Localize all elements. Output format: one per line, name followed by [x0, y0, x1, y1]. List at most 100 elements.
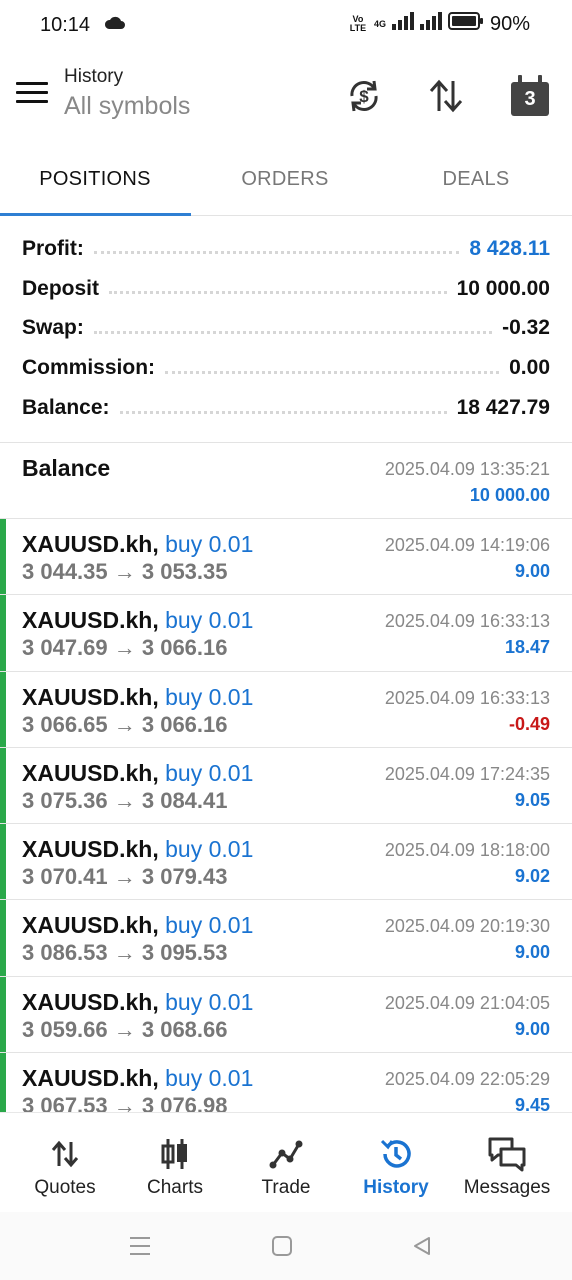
- deal-prices: 3 075.36 → 3 084.41: [22, 787, 228, 813]
- messages-icon: [450, 1135, 564, 1173]
- deal-type: buy 0.01: [165, 759, 254, 786]
- summary-value: 0.00: [509, 356, 550, 380]
- volte-indicator: Vo LTE: [349, 14, 367, 33]
- leader-dots: [93, 251, 460, 255]
- deal-prices: 3 086.53 → 3 095.53: [22, 940, 228, 966]
- buy-indicator-bar: [0, 519, 6, 595]
- battery-icon: [447, 12, 484, 36]
- home-icon[interactable]: [262, 1232, 302, 1260]
- calendar-icon[interactable]: 3: [508, 74, 552, 118]
- deal-profit: 9.00: [514, 1018, 550, 1039]
- deal-profit: 9.02: [514, 866, 550, 887]
- buy-indicator-bar: [0, 671, 6, 747]
- menu-icon[interactable]: [16, 82, 48, 108]
- deal-symbol-line: XAUUSD.kh, buy 0.01: [22, 684, 253, 711]
- list-item[interactable]: XAUUSD.kh, buy 0.01 3 086.53 → 3 095.53 …: [0, 900, 572, 977]
- back-icon[interactable]: [402, 1232, 442, 1260]
- deal-type: buy 0.01: [165, 912, 254, 939]
- deal-prices: 3 067.53 → 3 076.98: [22, 1093, 228, 1112]
- deal-time: 2025.04.09 20:19:30: [384, 916, 550, 937]
- deal-profit: 18.47: [504, 637, 550, 658]
- list-item[interactable]: XAUUSD.kh, buy 0.01 3 047.69 → 3 066.16 …: [0, 595, 572, 672]
- buy-indicator-bar: [0, 824, 6, 900]
- summary-value: 10 000.00: [456, 276, 550, 300]
- nav-label: Charts: [147, 1177, 203, 1198]
- page-title: History: [64, 66, 124, 87]
- trade-icon: [229, 1135, 343, 1173]
- tab-orders[interactable]: ORDERS: [190, 150, 380, 210]
- recent-apps-icon[interactable]: [120, 1232, 160, 1260]
- buy-indicator-bar: [0, 976, 6, 1053]
- balance-entry[interactable]: Balance 2025.04.09 13:35:21 10 000.00: [0, 443, 572, 519]
- deal-type: buy 0.01: [165, 836, 254, 863]
- summary-label: Swap:: [22, 316, 84, 340]
- cloud-icon: [104, 16, 126, 35]
- buy-indicator-bar: [0, 900, 6, 976]
- nav-charts[interactable]: Charts: [118, 1113, 232, 1213]
- nav-history[interactable]: History: [339, 1113, 453, 1213]
- list-item[interactable]: XAUUSD.kh, buy 0.01 3 075.36 → 3 084.41 …: [0, 747, 572, 825]
- deal-prices: 3 066.65 → 3 066.16: [22, 711, 228, 737]
- deal-symbol-line: XAUUSD.kh, buy 0.01: [22, 1065, 253, 1092]
- summary-label: Profit:: [22, 236, 84, 260]
- summary-row-deposit: Deposit 10 000.00: [22, 269, 550, 309]
- summary-row-balance: Balance: 18 427.79: [22, 388, 550, 428]
- deal-symbol: XAUUSD.kh,: [22, 759, 159, 786]
- calendar-day: 3: [511, 75, 549, 116]
- deal-symbol-line: XAUUSD.kh, buy 0.01: [22, 760, 253, 787]
- list-item[interactable]: XAUUSD.kh, buy 0.01 3 044.35 → 3 053.35 …: [0, 519, 572, 596]
- bottom-navigation: Quotes Charts Trade History Messages: [0, 1112, 572, 1212]
- deal-symbol-line: XAUUSD.kh, buy 0.01: [22, 607, 253, 634]
- deal-type: buy 0.01: [165, 1065, 254, 1092]
- status-bar: 10:14 Vo LTE 4G 90%: [0, 0, 572, 52]
- deal-prices: 3 047.69 → 3 066.16: [22, 635, 228, 661]
- sort-icon[interactable]: [424, 74, 468, 118]
- deal-prices: 3 070.41 → 3 079.43: [22, 864, 228, 890]
- battery-percent: 90%: [489, 12, 530, 35]
- position-list[interactable]: XAUUSD.kh, buy 0.01 3 044.35 → 3 053.35 …: [0, 519, 572, 1112]
- deal-type: buy 0.01: [165, 531, 254, 557]
- nav-quotes[interactable]: Quotes: [8, 1113, 122, 1213]
- title-block: History All symbols: [64, 66, 190, 121]
- deal-type: buy 0.01: [165, 607, 254, 634]
- app-header: History All symbols $ 3: [0, 52, 572, 142]
- active-tab-indicator: [0, 213, 191, 216]
- tab-positions[interactable]: POSITIONS: [0, 150, 190, 210]
- deal-time: 2025.04.09 14:19:06: [384, 535, 550, 555]
- history-icon: [339, 1135, 453, 1173]
- deal-profit: 9.00: [514, 561, 550, 581]
- system-navigation: [0, 1212, 572, 1280]
- nav-label: Messages: [463, 1177, 551, 1198]
- summary-panel: Profit: 8 428.11 Deposit 10 000.00 Swap:…: [22, 229, 550, 428]
- leader-dots: [93, 330, 493, 334]
- list-item[interactable]: XAUUSD.kh, buy 0.01 3 070.41 → 3 079.43 …: [0, 824, 572, 901]
- list-item[interactable]: XAUUSD.kh, buy 0.01 3 066.65 → 3 066.16 …: [0, 671, 572, 748]
- nav-label: Quotes: [34, 1177, 96, 1198]
- leader-dots: [165, 370, 500, 374]
- currency-sync-icon[interactable]: $: [342, 74, 386, 118]
- tab-deals[interactable]: DEALS: [381, 150, 571, 210]
- deal-profit: -0.49: [508, 713, 550, 734]
- nav-label: Trade: [261, 1177, 311, 1198]
- summary-row-swap: Swap: -0.32: [22, 309, 550, 349]
- svg-text:$: $: [359, 87, 369, 106]
- list-item[interactable]: XAUUSD.kh, buy 0.01 3 059.66 → 3 068.66 …: [0, 976, 572, 1054]
- summary-label: Balance:: [22, 396, 110, 420]
- balance-entry-time: 2025.04.09 13:35:21: [384, 459, 550, 479]
- charts-icon: [118, 1135, 232, 1173]
- symbol-filter[interactable]: All symbols: [64, 92, 190, 121]
- list-item[interactable]: XAUUSD.kh, buy 0.01 3 067.53 → 3 076.98 …: [0, 1053, 572, 1112]
- buy-indicator-bar: [0, 595, 6, 671]
- nav-messages[interactable]: Messages: [450, 1113, 564, 1213]
- leader-dots: [119, 410, 447, 414]
- deal-time: 2025.04.09 18:18:00: [384, 840, 550, 861]
- deal-symbol: XAUUSD.kh,: [22, 607, 159, 634]
- signal-icon-2: [419, 12, 442, 36]
- deal-symbol: XAUUSD.kh,: [22, 531, 159, 557]
- summary-label: Commission:: [22, 356, 156, 380]
- deal-time: 2025.04.09 16:33:13: [384, 687, 550, 708]
- nav-trade[interactable]: Trade: [229, 1113, 343, 1213]
- summary-value: -0.32: [502, 316, 550, 340]
- deal-time: 2025.04.09 17:24:35: [384, 763, 550, 784]
- deal-prices: 3 059.66 → 3 068.66: [22, 1016, 228, 1042]
